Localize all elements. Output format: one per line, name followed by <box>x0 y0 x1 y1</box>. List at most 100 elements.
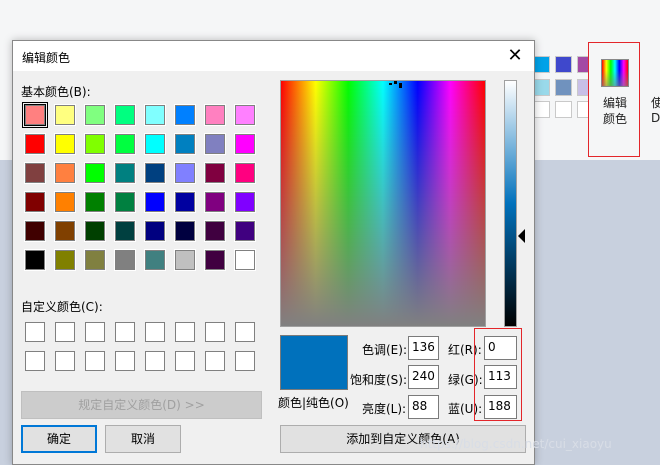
ribbon-side-text-2: D <box>651 111 660 125</box>
edit-colors-label-2: 颜色 <box>602 112 627 126</box>
basic-color-swatch[interactable] <box>24 133 46 155</box>
custom-color-swatch[interactable] <box>85 351 105 371</box>
basic-color-swatch[interactable] <box>204 249 226 271</box>
basic-color-swatch[interactable] <box>204 104 226 126</box>
custom-color-swatch[interactable] <box>205 322 225 342</box>
custom-color-swatch[interactable] <box>205 351 225 371</box>
basic-color-swatch[interactable] <box>84 133 106 155</box>
basic-color-swatch[interactable] <box>24 104 46 126</box>
crosshair-icon <box>394 81 397 84</box>
basic-color-swatch[interactable] <box>114 191 136 213</box>
ribbon-swatch[interactable] <box>533 79 550 96</box>
custom-color-swatch[interactable] <box>235 322 255 342</box>
basic-color-swatch[interactable] <box>54 191 76 213</box>
basic-color-swatch[interactable] <box>144 104 166 126</box>
close-icon[interactable]: ✕ <box>504 45 526 67</box>
ribbon-swatch[interactable] <box>555 79 572 96</box>
hue-field[interactable]: 136 <box>408 336 439 360</box>
custom-color-swatch[interactable] <box>55 351 75 371</box>
edit-colors-button[interactable]: 编辑 颜色 <box>588 42 640 157</box>
watermark: https://blog.csdn.net/cui_xiaoyu <box>420 437 612 451</box>
custom-color-swatch[interactable] <box>25 351 45 371</box>
basic-color-swatch[interactable] <box>54 104 76 126</box>
basic-color-swatch[interactable] <box>204 133 226 155</box>
basic-color-swatch[interactable] <box>144 191 166 213</box>
custom-color-swatch[interactable] <box>55 322 75 342</box>
hue-label: 色调(E): <box>362 343 407 357</box>
basic-color-swatch[interactable] <box>174 104 196 126</box>
basic-color-swatch[interactable] <box>174 162 196 184</box>
cancel-button[interactable]: 取消 <box>105 425 181 453</box>
basic-color-swatch[interactable] <box>144 220 166 242</box>
basic-color-swatch[interactable] <box>114 104 136 126</box>
basic-color-swatch[interactable] <box>204 191 226 213</box>
basic-color-swatch[interactable] <box>114 162 136 184</box>
custom-color-swatch[interactable] <box>115 322 135 342</box>
basic-color-swatch[interactable] <box>144 162 166 184</box>
ribbon-swatch[interactable] <box>555 56 572 73</box>
basic-color-swatch[interactable] <box>84 249 106 271</box>
basic-color-swatch[interactable] <box>174 191 196 213</box>
basic-color-swatch[interactable] <box>234 104 256 126</box>
basic-color-swatch[interactable] <box>84 220 106 242</box>
luminosity-arrow-icon[interactable] <box>518 229 525 243</box>
basic-color-swatch[interactable] <box>144 249 166 271</box>
basic-color-swatch[interactable] <box>174 249 196 271</box>
basic-color-swatch[interactable] <box>54 133 76 155</box>
basic-color-swatch[interactable] <box>54 249 76 271</box>
color-solid-label: 颜色|纯色(O) <box>278 396 349 410</box>
custom-color-swatch[interactable] <box>175 351 195 371</box>
basic-color-swatch[interactable] <box>234 220 256 242</box>
basic-color-swatch[interactable] <box>24 249 46 271</box>
color-spectrum[interactable] <box>280 80 486 327</box>
basic-color-swatch[interactable] <box>84 191 106 213</box>
ok-button[interactable]: 确定 <box>21 425 97 453</box>
custom-color-swatch[interactable] <box>145 351 165 371</box>
ribbon-swatch[interactable] <box>555 101 572 118</box>
custom-color-swatch[interactable] <box>175 322 195 342</box>
ribbon-swatch[interactable] <box>533 101 550 118</box>
custom-color-swatch[interactable] <box>235 351 255 371</box>
custom-color-swatch[interactable] <box>85 322 105 342</box>
basic-color-swatch[interactable] <box>54 162 76 184</box>
basic-color-swatch[interactable] <box>114 249 136 271</box>
dialog-titlebar: 编辑颜色 ✕ <box>13 41 534 71</box>
basic-color-swatch[interactable] <box>54 220 76 242</box>
basic-color-swatch[interactable] <box>234 133 256 155</box>
basic-color-swatch[interactable] <box>24 220 46 242</box>
custom-color-swatch[interactable] <box>115 351 135 371</box>
crosshair-part <box>389 83 392 85</box>
custom-colors-label: 自定义颜色(C): <box>21 300 103 314</box>
luminosity-label: 亮度(L): <box>362 402 407 416</box>
custom-color-swatch[interactable] <box>145 322 165 342</box>
define-custom-colors-button[interactable]: 规定自定义颜色(D) >> <box>21 391 262 419</box>
highlight-box <box>474 328 522 421</box>
basic-color-swatch[interactable] <box>204 162 226 184</box>
color-preview <box>280 335 348 390</box>
basic-color-swatch[interactable] <box>84 104 106 126</box>
saturation-field[interactable]: 240 <box>408 365 439 389</box>
crosshair-part <box>399 83 402 88</box>
basic-color-swatch[interactable] <box>234 162 256 184</box>
basic-color-swatch[interactable] <box>204 220 226 242</box>
edit-colors-icon <box>601 59 629 87</box>
basic-color-swatch[interactable] <box>234 191 256 213</box>
basic-color-swatch[interactable] <box>114 133 136 155</box>
basic-color-swatch[interactable] <box>234 249 256 271</box>
custom-color-swatch[interactable] <box>25 322 45 342</box>
edit-colors-dialog: 编辑颜色 ✕ 基本颜色(B): 自定义颜色(C): 规定自定义颜色(D) >> … <box>12 40 535 465</box>
basic-colors-label: 基本颜色(B): <box>21 85 91 99</box>
luminosity-slider[interactable] <box>504 80 517 327</box>
saturation-label: 饱和度(S): <box>350 373 408 387</box>
basic-color-swatch[interactable] <box>174 220 196 242</box>
basic-color-swatch[interactable] <box>84 162 106 184</box>
luminosity-field[interactable]: 88 <box>408 395 439 419</box>
basic-color-swatch[interactable] <box>174 133 196 155</box>
edit-colors-label-1: 编辑 <box>602 96 627 110</box>
basic-color-swatch[interactable] <box>144 133 166 155</box>
basic-color-swatch[interactable] <box>24 191 46 213</box>
dialog-title: 编辑颜色 <box>22 51 71 65</box>
basic-color-swatch[interactable] <box>114 220 136 242</box>
basic-color-swatch[interactable] <box>24 162 46 184</box>
ribbon-swatch[interactable] <box>533 56 550 73</box>
